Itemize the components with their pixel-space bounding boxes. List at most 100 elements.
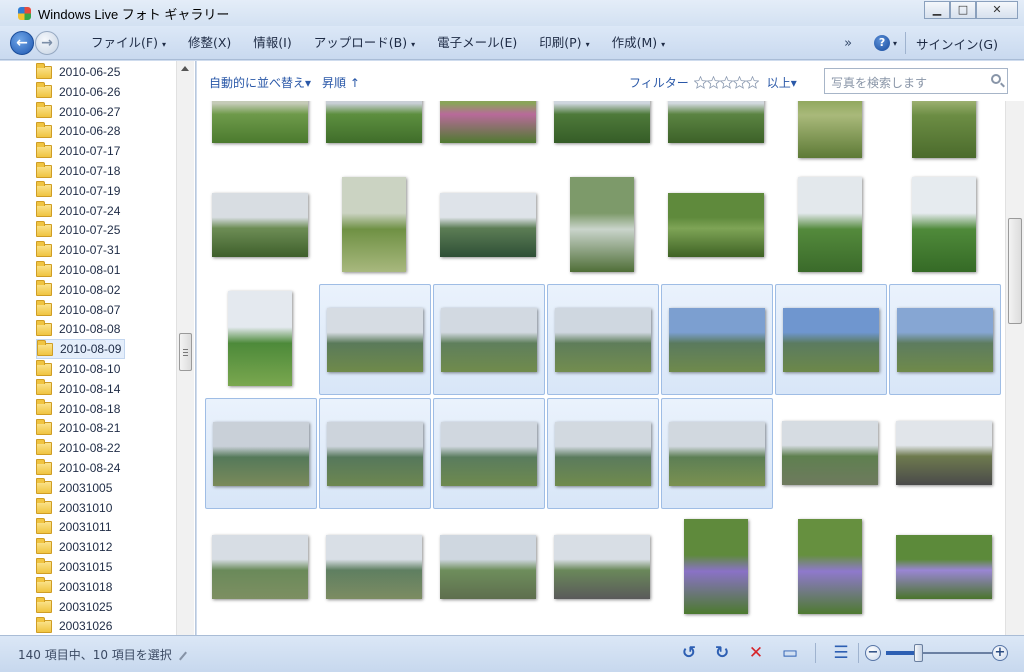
folder-item[interactable]: 20031025 <box>36 597 112 617</box>
rotate-left-icon[interactable]: ↺ <box>678 642 700 664</box>
folder-item[interactable]: 2010-08-18 <box>36 399 120 419</box>
rating-star-icon[interactable] <box>745 76 759 89</box>
close-button[interactable]: ✕ <box>976 1 1018 19</box>
folder-item[interactable]: 2010-08-24 <box>36 458 120 478</box>
folder-item[interactable]: 2010-07-31 <box>36 240 120 260</box>
photo-thumbnail-cell[interactable] <box>547 284 659 395</box>
photo-thumbnail-cell[interactable] <box>319 398 431 509</box>
menu-item[interactable]: 修整(X) <box>177 26 242 60</box>
folder-item[interactable]: 20031026 <box>36 616 112 635</box>
sign-in-button[interactable]: サインイン(G) <box>916 34 998 53</box>
photo-thumbnail-cell[interactable] <box>205 398 317 509</box>
folder-item[interactable]: 2010-07-25 <box>36 220 120 240</box>
photo-thumbnail-cell[interactable] <box>433 170 545 281</box>
delete-icon[interactable]: ✕ <box>745 642 767 664</box>
folder-item[interactable]: 2010-07-17 <box>36 141 120 161</box>
photo-thumbnail-cell[interactable] <box>661 170 773 281</box>
menu-item[interactable]: ファイル(F) ▾ <box>80 26 177 60</box>
zoom-slider-thumb[interactable] <box>913 644 923 662</box>
thumbnail-scrollbar-thumb[interactable] <box>1008 218 1022 324</box>
photo-thumbnail-cell[interactable] <box>775 398 887 509</box>
photo-search-input[interactable]: 写真を検索します <box>824 68 1008 94</box>
photo-thumbnail-cell[interactable] <box>205 170 317 281</box>
photo-thumbnail-cell[interactable] <box>547 512 659 623</box>
photo-thumbnail-cell[interactable] <box>205 512 317 623</box>
photo-thumbnail-cell[interactable] <box>775 101 887 167</box>
photo-thumbnail-cell[interactable] <box>319 512 431 623</box>
pencil-icon[interactable] <box>178 651 187 660</box>
folder-item[interactable]: 2010-06-25 <box>36 62 120 82</box>
folder-item[interactable]: 2010-08-08 <box>36 319 120 339</box>
photo-thumbnail-cell[interactable] <box>889 284 1001 395</box>
thumbnail-scrollbar[interactable] <box>1005 101 1024 635</box>
folder-item[interactable]: 20031018 <box>36 577 112 597</box>
photo-thumbnail-cell[interactable] <box>205 284 317 395</box>
photo-thumbnail-cell[interactable] <box>889 398 1001 509</box>
photo-thumbnail-cell[interactable] <box>433 284 545 395</box>
folder-item[interactable]: 2010-06-26 <box>36 82 120 102</box>
folder-scrollbar[interactable] <box>176 61 194 635</box>
zoom-out-button[interactable]: − <box>865 645 881 661</box>
forward-button[interactable]: → <box>35 31 59 55</box>
menu-item[interactable]: 作成(M) ▾ <box>601 26 677 60</box>
folder-item[interactable]: 2010-07-24 <box>36 201 120 221</box>
rotate-right-icon[interactable]: ↻ <box>711 642 733 664</box>
scroll-up-arrow-icon[interactable] <box>181 66 189 71</box>
photo-thumbnail-cell[interactable] <box>547 398 659 509</box>
folder-item[interactable]: 2010-08-07 <box>36 300 120 320</box>
photo-thumbnail-cell[interactable] <box>889 512 1001 623</box>
folder-item[interactable]: 2010-07-18 <box>36 161 120 181</box>
photo-thumbnail-cell[interactable] <box>205 101 317 167</box>
menu-item[interactable]: 電子メール(E) <box>426 26 528 60</box>
folder-item[interactable]: 20031011 <box>36 517 112 537</box>
folder-item[interactable]: 2010-07-19 <box>36 181 120 201</box>
folder-item[interactable]: 2010-08-21 <box>36 418 120 438</box>
photo-thumbnail-cell[interactable] <box>775 284 887 395</box>
rating-stars[interactable] <box>693 76 759 89</box>
photo-thumbnail-cell[interactable] <box>889 101 1001 167</box>
menu-item[interactable]: 情報(I) <box>242 26 302 60</box>
photo-thumbnail-cell[interactable] <box>661 512 773 623</box>
photo-thumbnail-cell[interactable] <box>319 101 431 167</box>
folder-item[interactable]: 2010-08-10 <box>36 359 120 379</box>
photo-thumbnail-cell[interactable] <box>661 101 773 167</box>
folder-item[interactable]: 2010-08-14 <box>36 379 120 399</box>
view-details-icon[interactable]: ☰ <box>830 642 852 664</box>
search-icon[interactable] <box>991 74 1001 84</box>
photo-thumbnail-cell[interactable] <box>433 101 545 167</box>
maximize-button[interactable]: □ <box>950 1 976 19</box>
folder-item[interactable]: 2010-06-27 <box>36 102 120 122</box>
folder-item[interactable]: 2010-08-09 <box>36 339 126 360</box>
photo-thumbnail-cell[interactable] <box>433 398 545 509</box>
auto-sort-dropdown[interactable]: 自動的に並べ替え▾ <box>209 74 311 91</box>
sort-order-toggle[interactable]: 昇順 ↑ <box>322 74 360 91</box>
folder-item[interactable]: 2010-06-28 <box>36 121 120 141</box>
folder-item[interactable]: 2010-08-01 <box>36 260 120 280</box>
help-dropdown-caret-icon[interactable]: ▾ <box>893 39 897 48</box>
rating-star-icon[interactable] <box>732 76 746 89</box>
back-button[interactable]: ← <box>10 31 34 55</box>
folder-item[interactable]: 20031015 <box>36 557 112 577</box>
slideshow-icon[interactable]: ▭ <box>779 642 801 664</box>
rating-star-icon[interactable] <box>719 76 733 89</box>
minimize-button[interactable]: ▁ <box>924 1 950 19</box>
folder-scrollbar-thumb[interactable] <box>179 333 192 371</box>
folder-item[interactable]: 20031005 <box>36 478 112 498</box>
zoom-in-button[interactable]: + <box>992 645 1008 661</box>
help-icon[interactable]: ? <box>874 35 891 51</box>
photo-thumbnail-cell[interactable] <box>319 284 431 395</box>
photo-thumbnail-cell[interactable] <box>775 170 887 281</box>
photo-thumbnail-cell[interactable] <box>547 170 659 281</box>
folder-item[interactable]: 2010-08-02 <box>36 280 120 300</box>
photo-thumbnail-cell[interactable] <box>319 170 431 281</box>
folder-item[interactable]: 20031012 <box>36 537 112 557</box>
more-chevron-icon[interactable]: » <box>844 36 852 51</box>
menu-item[interactable]: アップロード(B) ▾ <box>303 26 426 60</box>
menu-item[interactable]: 印刷(P) ▾ <box>528 26 600 60</box>
filter-scope-dropdown[interactable]: 以上▾ <box>767 74 797 91</box>
photo-thumbnail-cell[interactable] <box>547 101 659 167</box>
photo-thumbnail-cell[interactable] <box>433 512 545 623</box>
folder-item[interactable]: 2010-08-22 <box>36 438 120 458</box>
rating-star-icon[interactable] <box>706 76 720 89</box>
folder-item[interactable]: 20031010 <box>36 498 112 518</box>
